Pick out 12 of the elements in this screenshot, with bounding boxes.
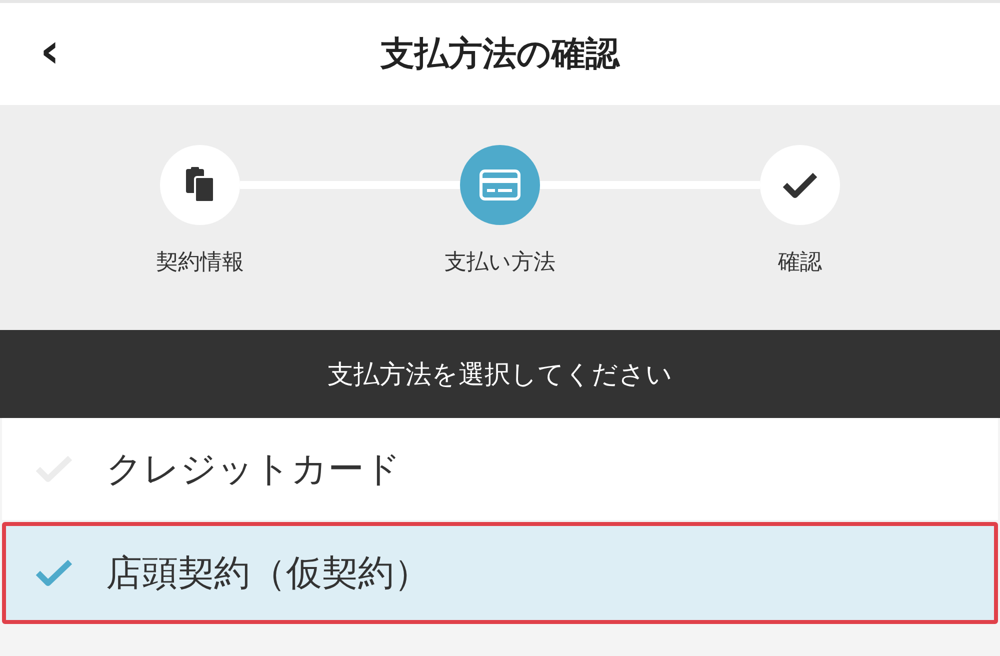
step-label: 契約情報 xyxy=(156,249,244,277)
section-header: 支払方法を選択してください xyxy=(0,330,1000,418)
step-label: 確認 xyxy=(778,249,822,277)
check-icon xyxy=(781,170,819,200)
payment-option[interactable]: クレジットカード xyxy=(2,418,998,520)
page-title: 支払方法の確認 xyxy=(380,33,620,76)
check-icon xyxy=(34,558,74,588)
step-label: 支払い方法 xyxy=(444,249,556,277)
payment-option[interactable]: 店頭契約（仮契約） xyxy=(2,522,998,624)
card-icon xyxy=(479,169,521,201)
back-button[interactable]: ‹ xyxy=(34,31,66,71)
clipboard-icon xyxy=(184,167,216,203)
